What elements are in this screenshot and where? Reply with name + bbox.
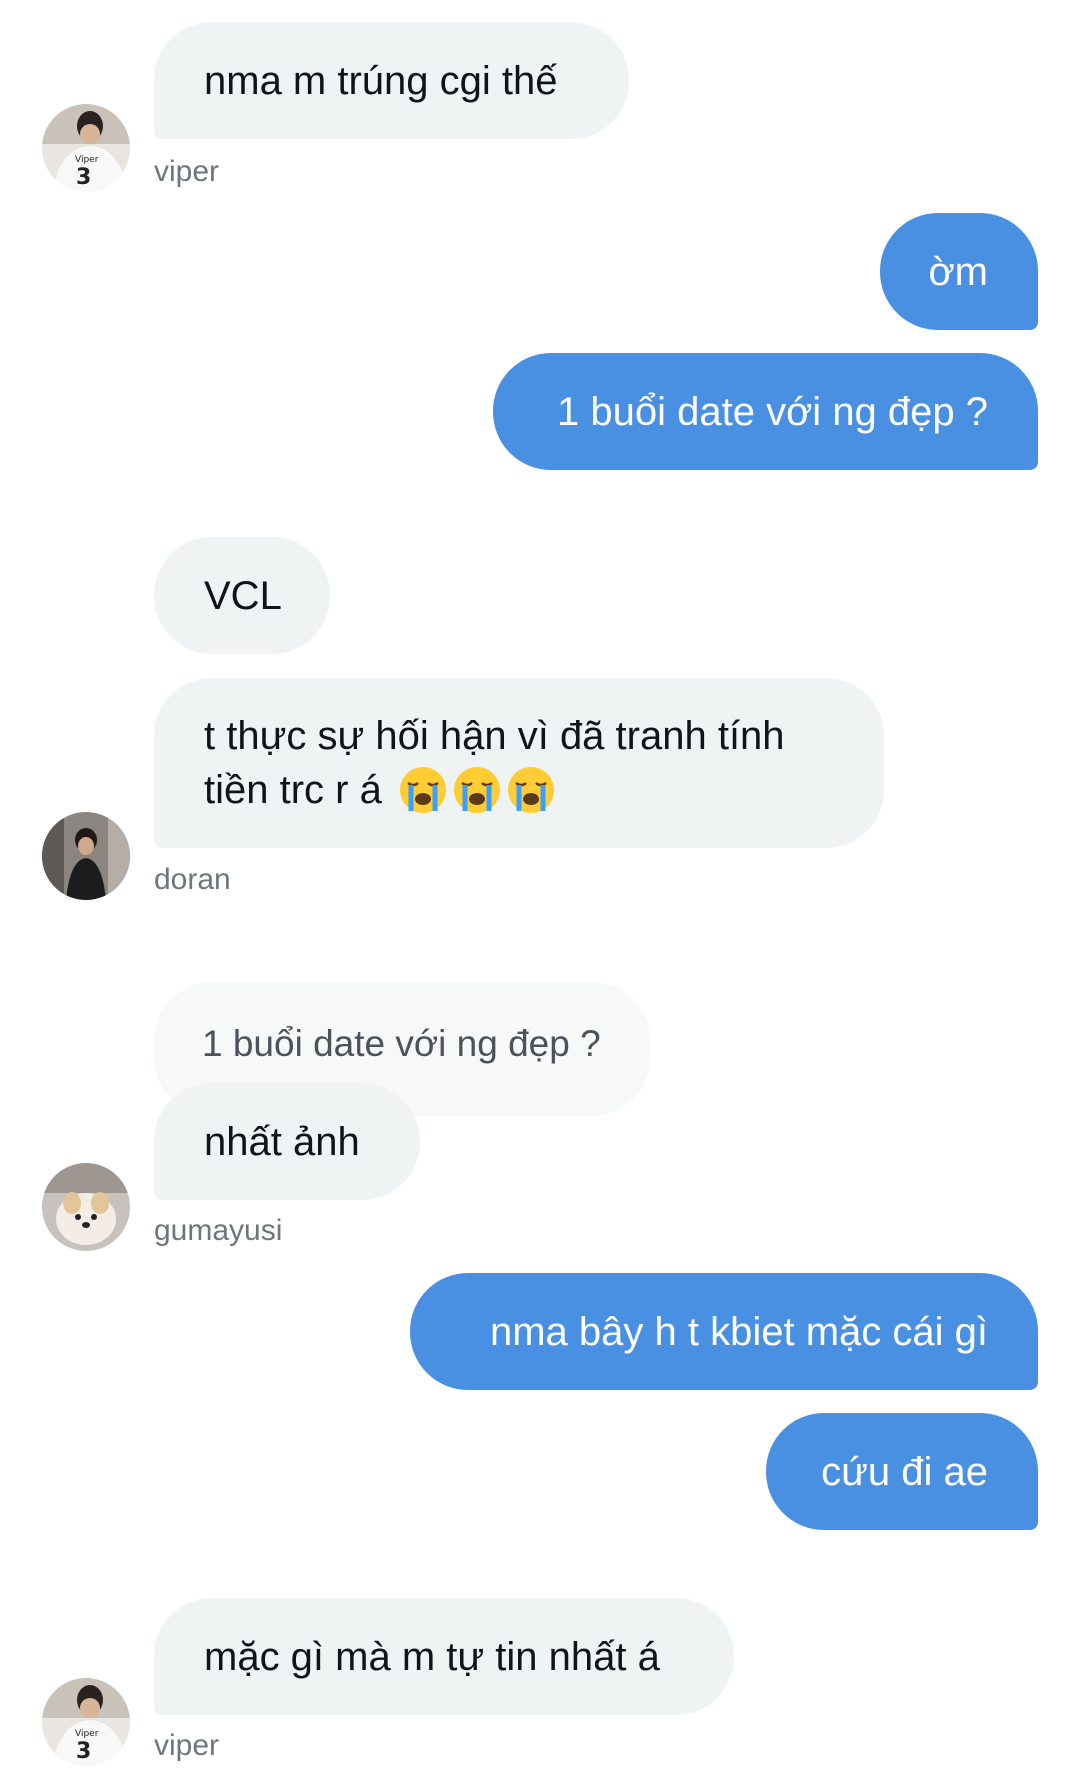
avatar-jersey-name: Viper — [75, 1729, 99, 1739]
message-text-line-2: tiền trc r á — [204, 768, 382, 812]
message-text: ờm — [928, 249, 988, 294]
message-text-line-1: t thực sự hối hận vì đã tranh tính — [204, 714, 785, 758]
message-text: mặc gì mà m tự tin nhất á — [204, 1634, 660, 1679]
avatar-doran[interactable] — [42, 812, 130, 900]
message-text: VCL — [204, 573, 282, 618]
avatar-jersey-number: 3 — [76, 165, 91, 190]
message-text: 1 buổi date với ng đẹp ? — [557, 389, 988, 434]
avatar-jersey-number: 3 — [76, 1739, 91, 1764]
message-text: nhất ảnh — [204, 1119, 360, 1164]
incoming-message[interactable]: nhất ảnh — [154, 1083, 420, 1200]
loudly-crying-face-icon — [394, 765, 556, 815]
sender-label: viper — [154, 155, 220, 188]
quoted-text: 1 buổi date với ng đẹp ? — [202, 1023, 601, 1064]
avatar-jersey-name: Viper — [75, 155, 99, 165]
avatar-viper[interactable]: Viper 3 — [42, 1678, 130, 1766]
outgoing-message[interactable]: cứu đi ae — [766, 1413, 1038, 1530]
sender-label: viper — [154, 1729, 220, 1762]
outgoing-message[interactable]: 1 buổi date với ng đẹp ? — [493, 353, 1038, 470]
incoming-message[interactable]: t thực sự hối hận vì đã tranh tính tiền … — [154, 678, 884, 848]
incoming-message[interactable]: mặc gì mà m tự tin nhất á — [154, 1598, 734, 1715]
avatar-viper[interactable]: Viper 3 — [42, 104, 130, 192]
incoming-message[interactable]: VCL — [154, 537, 330, 654]
avatar-gumayusi[interactable] — [42, 1163, 130, 1251]
message-text: nma bây h t kbiet mặc cái gì — [489, 1309, 988, 1354]
message-text: nma m trúng cgi thế — [204, 58, 558, 103]
sender-label: gumayusi — [154, 1214, 283, 1247]
outgoing-message[interactable]: nma bây h t kbiet mặc cái gì — [410, 1273, 1038, 1390]
outgoing-message[interactable]: ờm — [880, 213, 1038, 330]
sender-label: doran — [154, 863, 231, 896]
message-text: cứu đi ae — [821, 1449, 988, 1494]
incoming-message[interactable]: nma m trúng cgi thế — [154, 22, 629, 139]
